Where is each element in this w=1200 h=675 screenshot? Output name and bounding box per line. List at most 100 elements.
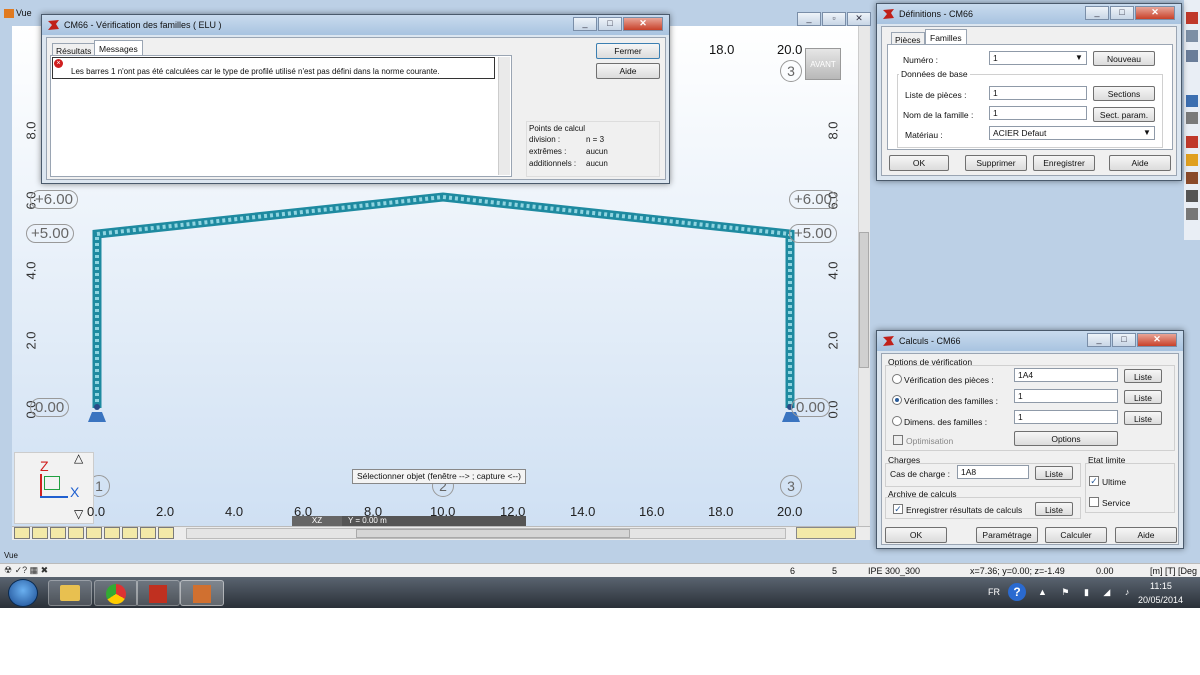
elev-right-5: +5.00 <box>789 224 837 243</box>
tool-icon-6[interactable] <box>1186 136 1198 148</box>
opt-dimens-liste-button[interactable]: Liste <box>1124 411 1162 425</box>
calculs-close-button[interactable]: ✕ <box>1137 333 1177 347</box>
nouveau-button[interactable]: Nouveau <box>1093 51 1155 66</box>
pieces-field[interactable]: 1 <box>989 86 1087 100</box>
taskbar-app2-icon[interactable] <box>180 580 224 606</box>
tool-icon-10[interactable] <box>1186 208 1198 220</box>
calculer-button[interactable]: Calculer <box>1045 527 1107 543</box>
member-tool-icon[interactable] <box>104 527 120 539</box>
tool-icon-3[interactable] <box>1186 50 1198 62</box>
cm66-logo-icon <box>883 336 894 346</box>
numbering-tool-icon[interactable] <box>140 527 156 539</box>
opt-pieces-radio[interactable] <box>892 374 902 384</box>
verif-titlebar[interactable]: CM66 - Vérification des familles ( ELU )… <box>42 15 669 35</box>
taskbar-explorer-icon[interactable] <box>48 580 92 606</box>
archive-liste-button[interactable]: Liste <box>1035 502 1073 516</box>
canvas-hscroll-thumb[interactable] <box>356 529 630 538</box>
definitions-window-buttons: _ □ ✕ <box>1084 6 1175 20</box>
support-left-icon <box>88 412 106 422</box>
support-tool-icon[interactable] <box>68 527 84 539</box>
cm66-logo-icon <box>883 9 894 19</box>
calculs-maximize-button[interactable]: □ <box>1112 333 1136 347</box>
taskbar-date[interactable]: 20/05/2014 <box>1138 595 1183 605</box>
calculs-aide-button[interactable]: Aide <box>1115 527 1177 543</box>
fermer-button[interactable]: Fermer <box>596 43 660 59</box>
help-icon[interactable]: ? <box>1008 583 1026 601</box>
points-title: Points de calcul <box>529 124 586 133</box>
taskbar-time[interactable]: 11:15 <box>1150 581 1172 591</box>
supprimer-button[interactable]: Supprimer <box>965 155 1027 171</box>
service-checkbox[interactable] <box>1089 497 1099 507</box>
x-tick-14: 14.0 <box>570 504 596 519</box>
opt-familles-field[interactable]: 1 <box>1014 389 1118 403</box>
display-tool-icon[interactable] <box>50 527 66 539</box>
definitions-aide-button[interactable]: Aide <box>1109 155 1171 171</box>
opt-dimens-radio[interactable] <box>892 416 902 426</box>
calculs-minimize-button[interactable]: _ <box>1087 333 1111 347</box>
view-down-arrow-icon[interactable]: ▽ <box>74 508 88 522</box>
tool-icon-7[interactable] <box>1186 154 1198 166</box>
verif-close-button[interactable]: ✕ <box>623 17 663 31</box>
tool-icon-4[interactable] <box>1186 95 1198 107</box>
view-cube[interactable]: AVANT <box>805 48 841 80</box>
start-button[interactable] <box>8 579 38 607</box>
materiau-dropdown-icon[interactable]: ▼ <box>1143 128 1151 137</box>
verif-maximize-button[interactable]: □ <box>598 17 622 31</box>
nom-field[interactable]: 1 <box>989 106 1087 120</box>
status-coords: x=7.36; y=0.00; z=-1.49 <box>970 566 1065 576</box>
materiau-select[interactable]: ACIER Defaut <box>989 126 1155 140</box>
taskbar-app1-icon[interactable] <box>136 580 180 606</box>
definitions-ok-button[interactable]: OK <box>889 155 949 171</box>
ultime-checkbox[interactable]: ✓ <box>1089 476 1099 486</box>
cas-field[interactable]: 1A8 <box>957 465 1029 479</box>
y-tick-left-4: 4.0 <box>23 261 39 280</box>
materiau-label: Matériau : <box>905 130 943 140</box>
opt-familles-liste-button[interactable]: Liste <box>1124 390 1162 404</box>
parametrage-button[interactable]: Paramétrage <box>976 527 1038 543</box>
enregistrer-button[interactable]: Enregistrer <box>1033 155 1095 171</box>
points-extremes-label: extrêmes : <box>529 147 567 156</box>
elev-left-0: 0.00 <box>30 398 70 417</box>
view-up-arrow-icon[interactable]: △ <box>74 452 88 466</box>
status-left-icons[interactable]: ☢ ✓? ▦ ✖ <box>4 565 48 575</box>
definitions-close-button[interactable]: ✕ <box>1135 6 1175 20</box>
tool-icon-8[interactable] <box>1186 172 1198 184</box>
results-tool-icon[interactable] <box>158 527 174 539</box>
grid-tool-icon[interactable] <box>32 527 48 539</box>
numero-select[interactable]: 1 <box>989 51 1087 65</box>
numero-dropdown-icon[interactable]: ▼ <box>1075 53 1083 62</box>
tool-icon-2[interactable] <box>1186 30 1198 42</box>
opt-familles-radio[interactable] <box>892 395 902 405</box>
frame-inner <box>95 194 792 408</box>
definitions-maximize-button[interactable]: □ <box>1110 6 1134 20</box>
messages-scrollbar[interactable] <box>498 57 510 175</box>
cas-liste-button[interactable]: Liste <box>1035 466 1073 480</box>
opt-pieces-liste-button[interactable]: Liste <box>1124 369 1162 383</box>
archive-checkbox[interactable]: ✓ <box>893 504 903 514</box>
aide-button[interactable]: Aide <box>596 63 660 79</box>
sect-param-button[interactable]: Sect. param. <box>1093 107 1155 122</box>
tool-icon-1[interactable] <box>1186 12 1198 24</box>
taskbar-chrome-icon[interactable] <box>94 580 138 606</box>
tray-icons[interactable]: ▲ ⚑ ▮ ◢ ♪ <box>1038 587 1135 598</box>
opt-dimens-field[interactable]: 1 <box>1014 410 1118 424</box>
optimisation-checkbox[interactable] <box>893 435 903 445</box>
load-tool-icon[interactable] <box>86 527 102 539</box>
layer-tool-icon[interactable] <box>14 527 30 539</box>
verif-minimize-button[interactable]: _ <box>573 17 597 31</box>
tool-icon-9[interactable] <box>1186 190 1198 202</box>
definitions-title: Définitions - CM66 <box>899 9 974 19</box>
opt-pieces-field[interactable]: 1A4 <box>1014 368 1118 382</box>
tool-icon-5[interactable] <box>1186 112 1198 124</box>
status-count1: 6 <box>790 566 796 576</box>
calculs-titlebar[interactable]: Calculs - CM66 _ □ ✕ <box>877 331 1183 351</box>
definitions-titlebar[interactable]: Définitions - CM66 _ □ ✕ <box>877 4 1181 24</box>
view-mode-buttons[interactable] <box>796 527 856 539</box>
definitions-minimize-button[interactable]: _ <box>1085 6 1109 20</box>
calculs-ok-button[interactable]: OK <box>885 527 947 543</box>
x-tick-18: 18.0 <box>708 504 734 519</box>
options-button[interactable]: Options <box>1014 431 1118 446</box>
sections-button[interactable]: Sections <box>1093 86 1155 101</box>
taskbar-lang[interactable]: FR <box>988 587 1000 597</box>
section-tool-icon[interactable] <box>122 527 138 539</box>
